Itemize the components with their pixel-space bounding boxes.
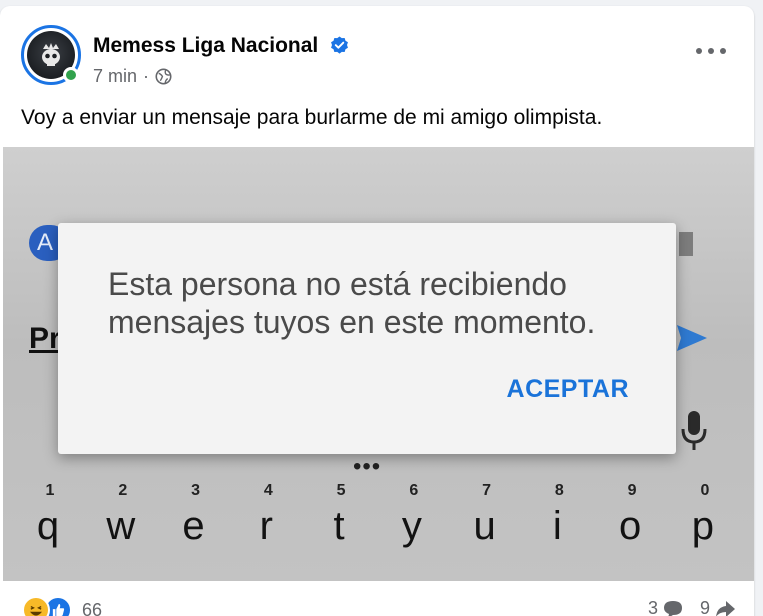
keyboard-key: q — [36, 504, 60, 548]
haha-reaction-icon — [22, 596, 50, 616]
keyboard-key: y — [401, 504, 422, 548]
shares-count-button[interactable]: 9 — [700, 598, 736, 616]
keyboard-number: 2 — [118, 482, 128, 499]
keyboard-number: 8 — [554, 482, 564, 499]
keyboard-number: 9 — [627, 482, 637, 499]
background-text: Pr — [29, 322, 61, 355]
keyboard-handle-icon: ••• — [353, 453, 382, 480]
more-dot-icon — [708, 48, 714, 54]
page-name[interactable]: Memess Liga Nacional — [93, 34, 318, 58]
alert-dialog: Esta persona no está recibiendo mensajes… — [58, 223, 676, 454]
keyboard-key: u — [473, 504, 496, 548]
share-count: 9 — [699, 598, 710, 616]
online-status-indicator — [63, 67, 79, 83]
keyboard-number: 6 — [409, 482, 419, 499]
skull-crown-icon — [42, 43, 60, 66]
meta-separator: · — [143, 66, 150, 86]
keyboard-number: 7 — [482, 482, 492, 499]
more-dot-icon — [720, 48, 726, 54]
keyboard-letter-row: q w e r t y u i o p — [23, 504, 728, 554]
keyboard-number: 5 — [336, 482, 346, 499]
keyboard-number: 1 — [45, 482, 55, 499]
dialog-message: Esta persona no está recibiendo mensajes… — [108, 266, 596, 340]
keyboard-number: 4 — [263, 482, 273, 499]
microphone-icon — [681, 411, 707, 450]
verified-badge-icon — [331, 36, 348, 54]
keyboard-number-row: 1 2 3 4 5 6 7 8 9 0 — [25, 482, 730, 504]
globe-icon — [155, 68, 172, 85]
keyboard-key: o — [619, 504, 642, 548]
comments-count-button[interactable]: 3 — [648, 598, 684, 616]
background-scroll-mark — [679, 232, 693, 256]
more-dot-icon — [696, 48, 702, 54]
comment-icon — [663, 600, 682, 616]
keyboard-key: t — [333, 504, 345, 548]
post-image[interactable]: A Pr ••• 1 2 3 4 5 6 7 8 9 0 q w e r t y… — [3, 147, 754, 581]
keyboard-number: 0 — [700, 482, 710, 499]
keyboard-number: 3 — [191, 482, 200, 499]
post-caption: Voy a enviar un mensaje para burlarme de… — [21, 106, 603, 129]
share-icon — [716, 600, 735, 616]
post-card: Memess Liga Nacional 7 min · Voy a envia… — [0, 6, 754, 616]
keyboard-key: p — [691, 504, 715, 548]
post-meta: 7 min · — [93, 66, 172, 87]
engagement-stats: 3 9 — [648, 598, 736, 616]
page-avatar[interactable] — [21, 25, 81, 85]
keyboard-key: w — [106, 504, 136, 548]
keyboard-key: i — [552, 504, 562, 548]
send-icon — [677, 325, 707, 351]
reaction-count: 66 — [82, 599, 103, 616]
keyboard-key: r — [259, 504, 273, 548]
reactions-summary[interactable]: 66 — [22, 596, 102, 616]
post-timestamp[interactable]: 7 min — [93, 66, 137, 87]
more-options-button[interactable] — [696, 44, 726, 58]
comment-count: 3 — [647, 598, 658, 616]
keyboard-key: e — [182, 504, 205, 548]
accept-button: ACEPTAR — [506, 375, 629, 403]
